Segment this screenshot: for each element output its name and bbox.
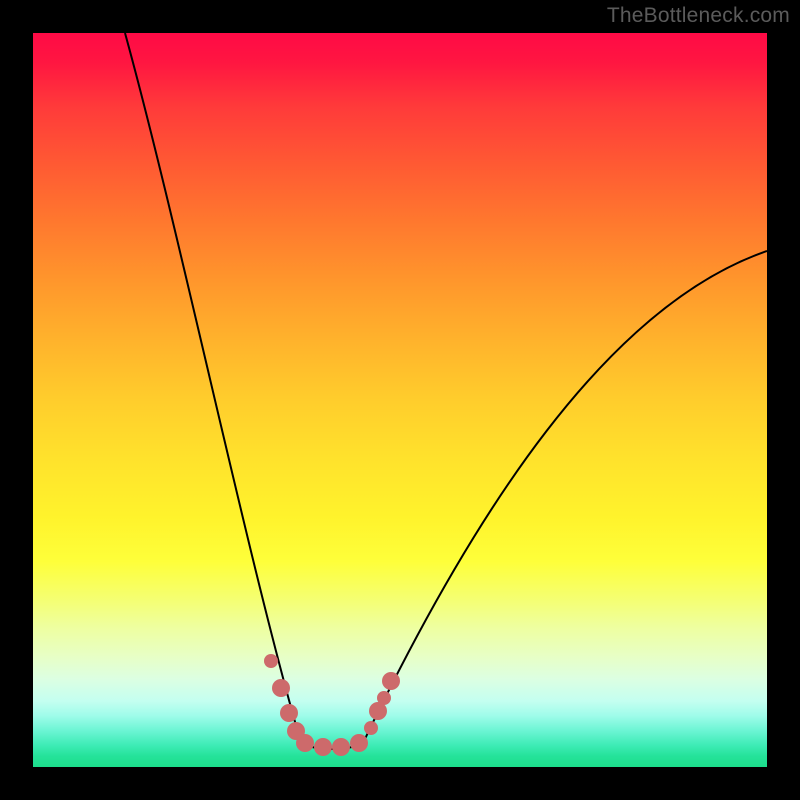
curve-marker bbox=[314, 738, 332, 756]
curve-marker bbox=[377, 691, 391, 705]
bottleneck-curve bbox=[125, 33, 767, 749]
curve-marker bbox=[280, 704, 298, 722]
curve-marker bbox=[364, 721, 378, 735]
curve-marker bbox=[264, 654, 278, 668]
watermark-label: TheBottleneck.com bbox=[607, 4, 790, 28]
curve-marker bbox=[272, 679, 290, 697]
curve-markers bbox=[264, 654, 400, 756]
curve-marker bbox=[296, 734, 314, 752]
bottleneck-curve-svg bbox=[33, 33, 767, 767]
plot-area bbox=[33, 33, 767, 767]
curve-marker bbox=[332, 738, 350, 756]
curve-marker bbox=[382, 672, 400, 690]
chart-frame: TheBottleneck.com bbox=[0, 0, 800, 800]
curve-marker bbox=[350, 734, 368, 752]
